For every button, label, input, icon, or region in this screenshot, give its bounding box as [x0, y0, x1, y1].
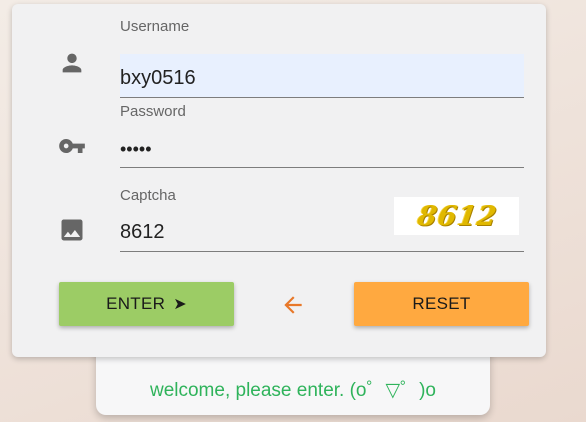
person-icon: [58, 49, 86, 77]
password-label: Password: [120, 103, 186, 120]
captcha-value: 8612: [120, 221, 165, 243]
image-icon: [58, 216, 86, 244]
reset-label: RESET: [412, 294, 471, 313]
captcha-image-text: 8612: [415, 201, 500, 232]
password-input[interactable]: •••••: [120, 124, 524, 168]
send-icon: ➤: [173, 296, 187, 313]
username-label: Username: [120, 18, 190, 35]
enter-button[interactable]: ENTER ➤: [59, 282, 234, 326]
login-card: Username bxy0516 Password ••••• Captcha …: [12, 4, 546, 357]
captcha-image[interactable]: 8612: [394, 197, 519, 235]
key-icon: [58, 132, 86, 160]
captcha-label: Captcha: [120, 187, 176, 204]
username-input[interactable]: bxy0516: [120, 54, 524, 98]
enter-label: ENTER: [106, 294, 166, 313]
welcome-message: welcome, please enter. (o゜▽゜)o: [149, 380, 436, 401]
arrow-left-icon[interactable]: [280, 292, 306, 318]
reset-button[interactable]: RESET: [354, 282, 529, 326]
username-value: bxy0516: [120, 67, 196, 89]
password-value: •••••: [120, 139, 152, 159]
